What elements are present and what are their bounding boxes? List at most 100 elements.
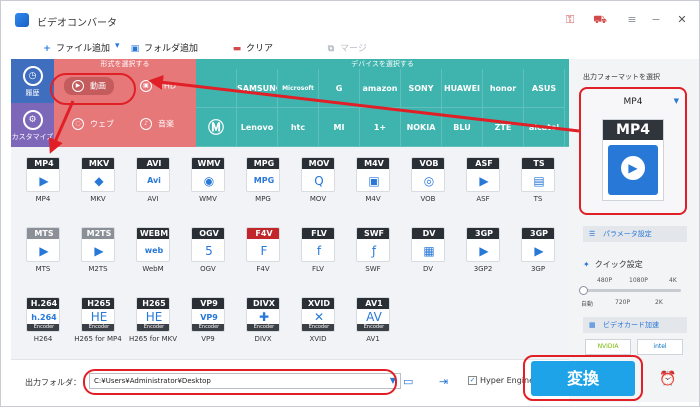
format-label: 3GP <box>530 265 546 273</box>
format-category-uhd[interactable]: ▣ UHD <box>132 77 184 95</box>
format-ogv[interactable]: OGV 5 OGV <box>184 221 232 277</box>
check-icon: ✓ <box>468 376 477 385</box>
device-brand-huawei[interactable]: HUAWEI <box>442 69 483 108</box>
app-title: ビデオコンバータ <box>37 18 117 29</box>
format-label: MKV <box>90 195 106 203</box>
format-category-label: UHD <box>158 81 177 91</box>
format-webm[interactable]: WEBM web WebM <box>129 221 177 277</box>
format-badge: MP4 <box>27 158 59 169</box>
key-icon[interactable]: ⚿ <box>561 12 579 28</box>
format-badge: ASF <box>467 158 499 169</box>
device-brand-microsoft[interactable]: Microsoft <box>278 69 319 108</box>
add-file-button[interactable]: + ファイル追加 <box>41 41 110 54</box>
format-icon: 3GP ▶ <box>521 227 555 262</box>
device-brand-lenovo[interactable]: Lenovo <box>237 108 278 147</box>
format-icon: AV1 AV Encoder <box>356 297 390 332</box>
device-brand-g[interactable]: G <box>319 69 360 108</box>
format-h265-for-mp4[interactable]: H265 HE Encoder H265 for MP4 <box>74 291 122 347</box>
format-category-header: 形式を選択する <box>100 60 150 68</box>
format-m2ts[interactable]: M2TS ▶ M2TS <box>74 221 122 277</box>
format-category-music[interactable]: ♪ 音楽 <box>132 115 182 133</box>
format-dv[interactable]: DV ▦ DV <box>404 221 452 277</box>
minimize-icon[interactable]: − <box>647 12 665 28</box>
format-mp4[interactable]: MP4 ▶ MP4 <box>19 151 67 207</box>
format-label: MP4 <box>35 195 51 203</box>
add-file-dropdown[interactable]: ▾ <box>115 41 120 51</box>
format-label: TS <box>533 195 543 203</box>
format-av1[interactable]: AV1 AV Encoder AV1 <box>349 291 397 347</box>
format-label: MOV <box>309 195 327 203</box>
format-m4v[interactable]: M4V ▣ M4V <box>349 151 397 207</box>
gpu-icon: ▦ <box>589 321 596 329</box>
format-mpg[interactable]: MPG MPG MPG <box>239 151 287 207</box>
format-3gp[interactable]: 3GP ▶ 3GP <box>514 221 562 277</box>
format-label: DV <box>422 265 434 273</box>
quality-slider[interactable] <box>579 286 681 295</box>
format-label: H265 for MP4 <box>74 335 122 343</box>
device-brand-alcatel[interactable]: alcatel <box>524 108 565 147</box>
gpu-acceleration-button[interactable]: ▦ ビデオカード加速 <box>583 317 687 333</box>
format-avi[interactable]: AVI Avi AVI <box>129 151 177 207</box>
device-brand-nokia[interactable]: NOKIA <box>401 108 442 147</box>
format-badge: MOV <box>302 158 334 169</box>
format-mkv[interactable]: MKV ◆ MKV <box>74 151 122 207</box>
format-icon: DV ▦ <box>411 227 445 262</box>
clear-button[interactable]: ▬ クリア <box>231 41 273 54</box>
format-wmv[interactable]: WMV ◉ WMV <box>184 151 232 207</box>
merge-button[interactable]: ⧉ マージ <box>325 41 367 54</box>
format-h264[interactable]: H.264 h.264 Encoder H264 <box>19 291 67 347</box>
device-brand-apple[interactable] <box>196 69 237 108</box>
format-vob[interactable]: VOB ◎ VOB <box>404 151 452 207</box>
device-brand-amazon[interactable]: amazon <box>360 69 401 108</box>
add-folder-button[interactable]: ▣ フォルダ追加 <box>129 41 198 54</box>
open-folder-icon[interactable]: ▭ <box>403 375 413 388</box>
device-brand-sony[interactable]: SONY <box>401 69 442 108</box>
device-brand-samsung[interactable]: SAMSUNG <box>237 69 278 108</box>
format-mov[interactable]: MOV Q MOV <box>294 151 342 207</box>
format-flv[interactable]: FLV f FLV <box>294 221 342 277</box>
format-badge: SWF <box>357 228 389 239</box>
format-icon: FLV f <box>301 227 335 262</box>
format-f4v[interactable]: F4V F F4V <box>239 221 287 277</box>
format-icon: MP4 ▶ <box>26 157 60 192</box>
quality-slider-handle[interactable] <box>579 286 588 295</box>
format-category-web[interactable]: ◌ ウェブ <box>64 115 122 133</box>
format-swf[interactable]: SWF ƒ SWF <box>349 221 397 277</box>
format-ts[interactable]: TS ▤ TS <box>514 151 562 207</box>
format-art-icon: ◆ <box>94 174 104 188</box>
device-brand-asus[interactable]: ASUS <box>524 69 565 108</box>
format-art-icon: ▶ <box>39 174 49 188</box>
device-brand-zte[interactable]: ZTE <box>483 108 524 147</box>
format-badge: OGV <box>192 228 224 239</box>
format-3gp2[interactable]: 3GP ▶ 3GP2 <box>459 221 507 277</box>
history-tab[interactable]: ◷ 履歴 <box>11 59 54 103</box>
format-mts[interactable]: MTS ▶ MTS <box>19 221 67 277</box>
customize-tab[interactable]: ⚙ カスタマイズ <box>11 103 54 147</box>
device-brand-htc[interactable]: htc <box>278 108 319 147</box>
format-icon: H265 HE Encoder <box>136 297 170 332</box>
device-brand-mi[interactable]: MI <box>319 108 360 147</box>
format-badge: DV <box>412 228 444 239</box>
format-divx[interactable]: DIVX ✚ Encoder DIVX <box>239 291 287 347</box>
format-art-icon: ◎ <box>423 174 435 188</box>
toolbar: + ファイル追加 ▾ ▣ フォルダ追加 ▬ クリア ⧉ マージ <box>11 39 569 59</box>
format-badge: F4V <box>247 228 279 239</box>
format-h265-for-mkv[interactable]: H265 HE Encoder H265 for MKV <box>129 291 177 347</box>
format-xvid[interactable]: XVID ✕ Encoder XVID <box>294 291 342 347</box>
menu-icon[interactable]: ≡ <box>623 12 641 28</box>
format-vp9[interactable]: VP9 VP9 Encoder VP9 <box>184 291 232 347</box>
format-art-icon: F <box>260 244 268 258</box>
format-asf[interactable]: ASF ▶ ASF <box>459 151 507 207</box>
device-brand-motorola[interactable]: Ⓜ <box>196 108 237 147</box>
close-icon[interactable]: ✕ <box>673 12 691 28</box>
export-folder-icon[interactable]: ⇥ <box>439 375 448 388</box>
device-brand-1[interactable]: 1+ <box>360 108 401 147</box>
device-brand-honor[interactable]: honor <box>483 69 524 108</box>
format-icon: WMV ◉ <box>191 157 225 192</box>
cart-icon[interactable]: ⛟ <box>591 12 609 28</box>
device-brand-blu[interactable]: BLU <box>442 108 483 147</box>
alarm-clock-icon[interactable]: ⏰ <box>659 371 676 387</box>
format-art-icon: MPG <box>253 176 275 185</box>
format-badge: TS <box>522 158 554 169</box>
parameter-settings-button[interactable]: ☰ パラメータ設定 <box>583 226 687 242</box>
